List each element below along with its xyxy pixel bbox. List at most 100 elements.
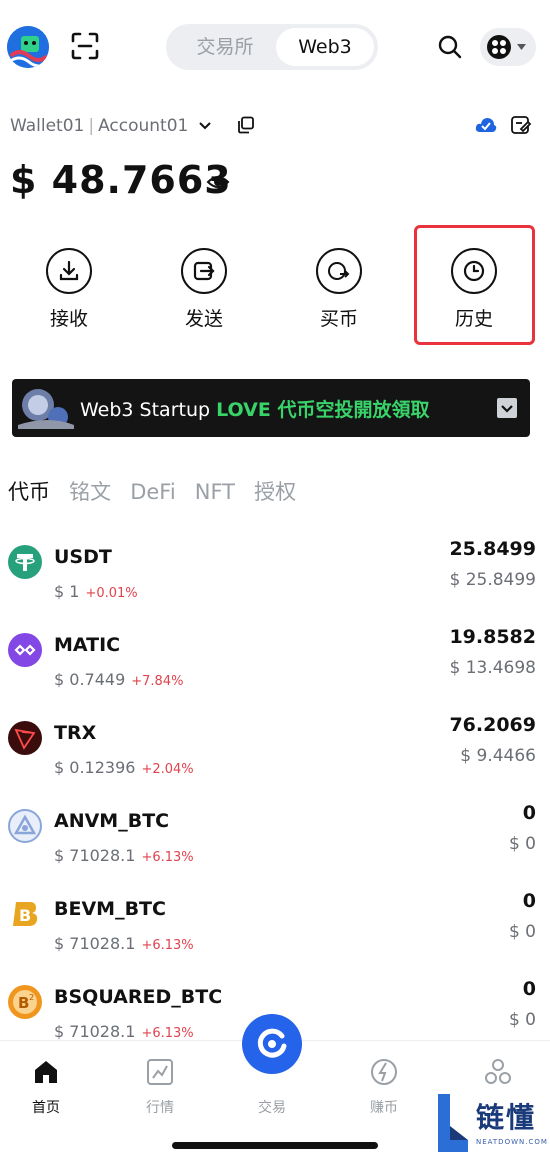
divider: | bbox=[88, 116, 95, 136]
token-symbol: BEVM_BTC bbox=[54, 898, 166, 920]
token-change: +6.13% bbox=[141, 850, 194, 865]
wallet-switcher-button[interactable] bbox=[480, 28, 536, 66]
action-buy[interactable]: 买币 bbox=[289, 246, 389, 346]
app-logo-icon[interactable] bbox=[7, 26, 49, 68]
token-price-value: $ 71028.1 bbox=[54, 934, 136, 953]
token-price: $ 0.7449 +7.84% bbox=[54, 670, 183, 689]
bevm-btc-icon: B bbox=[8, 897, 42, 931]
eye-icon[interactable] bbox=[206, 172, 230, 192]
token-row-trx[interactable]: TRX $ 0.12396 +2.04% 76.2069 $ 9.4466 bbox=[0, 706, 550, 794]
token-amount: 0 bbox=[522, 802, 536, 824]
copy-icon[interactable] bbox=[237, 116, 255, 134]
token-change: +6.13% bbox=[141, 1026, 194, 1041]
token-change: +0.01% bbox=[85, 586, 138, 601]
action-label: 接收 bbox=[49, 308, 88, 330]
account-name: Account01 bbox=[98, 116, 189, 136]
token-price-value: $ 0.12396 bbox=[54, 758, 136, 777]
token-symbol: ANVM_BTC bbox=[54, 810, 170, 832]
history-highlight-box bbox=[414, 225, 535, 345]
token-row-anvm-btc[interactable]: ANVM_BTC $ 71028.1 +6.13% 0 $ 0 bbox=[0, 794, 550, 882]
tab-inscriptions[interactable]: 铭文 bbox=[69, 476, 111, 506]
trade-button[interactable] bbox=[242, 1014, 302, 1074]
home-icon bbox=[35, 1061, 57, 1083]
token-price-value: $ 1 bbox=[54, 582, 80, 601]
nav-market[interactable]: 行情 bbox=[120, 1057, 200, 1117]
chevron-down-icon[interactable] bbox=[497, 398, 517, 418]
banner-text-green: LOVE 代币空投開放領取 bbox=[216, 399, 430, 421]
svg-text:B: B bbox=[19, 906, 31, 925]
wallet-account-selector[interactable]: Wallet01 | Account01 bbox=[10, 114, 212, 138]
chevron-down-icon bbox=[199, 122, 211, 130]
token-symbol: USDT bbox=[54, 546, 112, 568]
token-price: $ 71028.1 +6.13% bbox=[54, 846, 194, 865]
nav-discover[interactable] bbox=[458, 1057, 538, 1097]
trade-icon bbox=[257, 1028, 287, 1058]
token-change: +7.84% bbox=[131, 674, 184, 689]
market-icon bbox=[147, 1059, 173, 1085]
action-send[interactable]: 发送 bbox=[154, 246, 254, 346]
search-icon[interactable] bbox=[438, 35, 462, 59]
neatdown-watermark: 链懂 NEATDOWN.COM bbox=[436, 1092, 548, 1158]
watermark-subtitle: NEATDOWN.COM bbox=[476, 1138, 548, 1146]
token-amount: 0 bbox=[522, 890, 536, 912]
svg-text:B: B bbox=[18, 994, 29, 1012]
token-value: $ 0 bbox=[508, 922, 536, 942]
cloud-check-icon[interactable] bbox=[475, 116, 497, 134]
segment-web3[interactable]: Web3 bbox=[276, 28, 374, 66]
wallet-name: Wallet01 bbox=[10, 116, 85, 136]
token-price-value: $ 71028.1 bbox=[54, 1022, 136, 1041]
token-price-value: $ 71028.1 bbox=[54, 846, 136, 865]
token-symbol: TRX bbox=[54, 722, 97, 744]
total-balance: $ 48.7663 bbox=[10, 158, 232, 202]
token-row-usdt[interactable]: USDT $ 1 +0.01% 25.8499 $ 25.8499 bbox=[0, 530, 550, 618]
receive-icon bbox=[46, 248, 92, 294]
token-amount: 76.2069 bbox=[449, 714, 536, 736]
banner-text-white: Web3 Startup bbox=[80, 399, 217, 421]
token-value: $ 13.4698 bbox=[449, 658, 536, 678]
token-amount: 0 bbox=[522, 978, 536, 1000]
nav-label: 赚币 bbox=[370, 1100, 398, 1116]
buy-icon bbox=[316, 248, 362, 294]
scan-icon[interactable] bbox=[70, 31, 100, 61]
token-value: $ 9.4466 bbox=[460, 746, 536, 766]
token-change: +2.04% bbox=[141, 762, 194, 777]
token-symbol: BSQUARED_BTC bbox=[54, 986, 223, 1008]
token-row-matic[interactable]: MATIC $ 0.7449 +7.84% 19.8582 $ 13.4698 bbox=[0, 618, 550, 706]
nav-label: 交易 bbox=[258, 1100, 286, 1116]
earn-icon bbox=[371, 1059, 397, 1085]
tab-defi[interactable]: DeFi bbox=[130, 480, 175, 504]
action-receive[interactable]: 接收 bbox=[19, 246, 119, 346]
watermark-title: 链懂 bbox=[476, 1101, 537, 1134]
tab-approvals[interactable]: 授权 bbox=[254, 476, 296, 506]
token-price: $ 71028.1 +6.13% bbox=[54, 1022, 194, 1041]
token-value: $ 0 bbox=[508, 834, 536, 854]
home-indicator bbox=[172, 1142, 378, 1149]
token-value: $ 25.8499 bbox=[449, 570, 536, 590]
action-label: 发送 bbox=[184, 308, 223, 330]
token-price: $ 71028.1 +6.13% bbox=[54, 934, 194, 953]
asset-tabs: 代币 铭文 DeFi NFT 授权 bbox=[8, 476, 310, 506]
wallet-edit-icon[interactable] bbox=[510, 114, 532, 136]
token-price: $ 0.12396 +2.04% bbox=[54, 758, 194, 777]
segment-exchange[interactable]: 交易所 bbox=[174, 28, 276, 66]
token-change: +6.13% bbox=[141, 938, 194, 953]
nav-label: 首页 bbox=[32, 1100, 60, 1116]
token-amount: 19.8582 bbox=[449, 626, 536, 648]
svg-text:2: 2 bbox=[29, 993, 34, 1002]
nav-earn[interactable]: 赚币 bbox=[344, 1057, 424, 1117]
token-price: $ 1 +0.01% bbox=[54, 582, 138, 601]
usdt-icon bbox=[8, 545, 42, 579]
token-row-bevm-btc[interactable]: B BEVM_BTC $ 71028.1 +6.13% 0 $ 0 bbox=[0, 882, 550, 970]
token-symbol: MATIC bbox=[54, 634, 121, 656]
banner-art-icon bbox=[18, 385, 74, 431]
tab-nft[interactable]: NFT bbox=[195, 480, 235, 504]
tab-tokens[interactable]: 代币 bbox=[8, 476, 50, 506]
nav-label: 行情 bbox=[146, 1100, 174, 1116]
token-price-value: $ 0.7449 bbox=[54, 670, 126, 689]
token-value: $ 0 bbox=[508, 1010, 536, 1030]
anvm-btc-icon bbox=[8, 809, 42, 843]
watermark-logo-icon bbox=[438, 1094, 468, 1152]
promo-banner[interactable]: Web3 Startup LOVE 代币空投開放領取 bbox=[12, 379, 530, 437]
banner-text: Web3 Startup LOVE 代币空投開放領取 bbox=[80, 395, 429, 422]
nav-home[interactable]: 首页 bbox=[6, 1057, 86, 1117]
